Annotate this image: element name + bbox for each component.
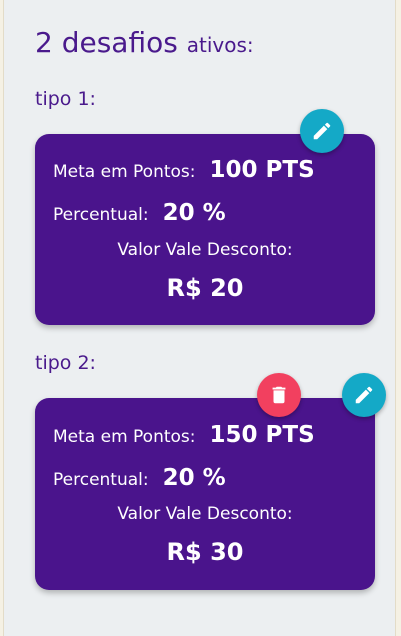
percent-row: Percentual: 20 % <box>53 465 226 491</box>
percent-row: Percentual: 20 % <box>53 200 226 226</box>
percent-value: 20 % <box>162 200 226 226</box>
challenge-card-2: Meta em Pontos: 150 PTS Percentual: 20 %… <box>35 398 375 590</box>
voucher-label: Valor Vale Desconto: <box>117 504 293 524</box>
challenge-count-suffix: ativos: <box>186 33 254 57</box>
challenge-card-1: Meta em Pontos: 100 PTS Percentual: 20 %… <box>35 134 375 325</box>
percent-label: Percentual: <box>53 470 149 490</box>
meta-row: Meta em Pontos: 100 PTS <box>53 157 315 183</box>
voucher-value: R$ 30 <box>166 538 244 566</box>
edit-challenge-2-button[interactable] <box>342 373 386 417</box>
voucher-label: Valor Vale Desconto: <box>117 240 293 260</box>
delete-challenge-2-button[interactable] <box>257 373 301 417</box>
meta-value: 150 PTS <box>209 422 315 448</box>
meta-label: Meta em Pontos: <box>53 427 196 447</box>
trash-icon <box>272 386 286 404</box>
challenges-panel: 2 desafios ativos: tipo 1: Meta em Ponto… <box>3 0 396 636</box>
type-1-label: tipo 1: <box>35 88 96 110</box>
meta-row: Meta em Pontos: 150 PTS <box>53 422 315 448</box>
pencil-icon <box>313 122 331 140</box>
meta-label: Meta em Pontos: <box>53 162 196 182</box>
pencil-icon <box>355 386 373 404</box>
meta-value: 100 PTS <box>209 157 315 183</box>
percent-value: 20 % <box>162 465 226 491</box>
type-2-label: tipo 2: <box>35 352 96 374</box>
edit-challenge-1-button[interactable] <box>300 109 344 153</box>
challenge-count: 2 desafios <box>35 26 178 59</box>
percent-label: Percentual: <box>53 205 149 225</box>
page-title: 2 desafios ativos: <box>35 26 254 59</box>
voucher-value: R$ 20 <box>166 274 244 302</box>
